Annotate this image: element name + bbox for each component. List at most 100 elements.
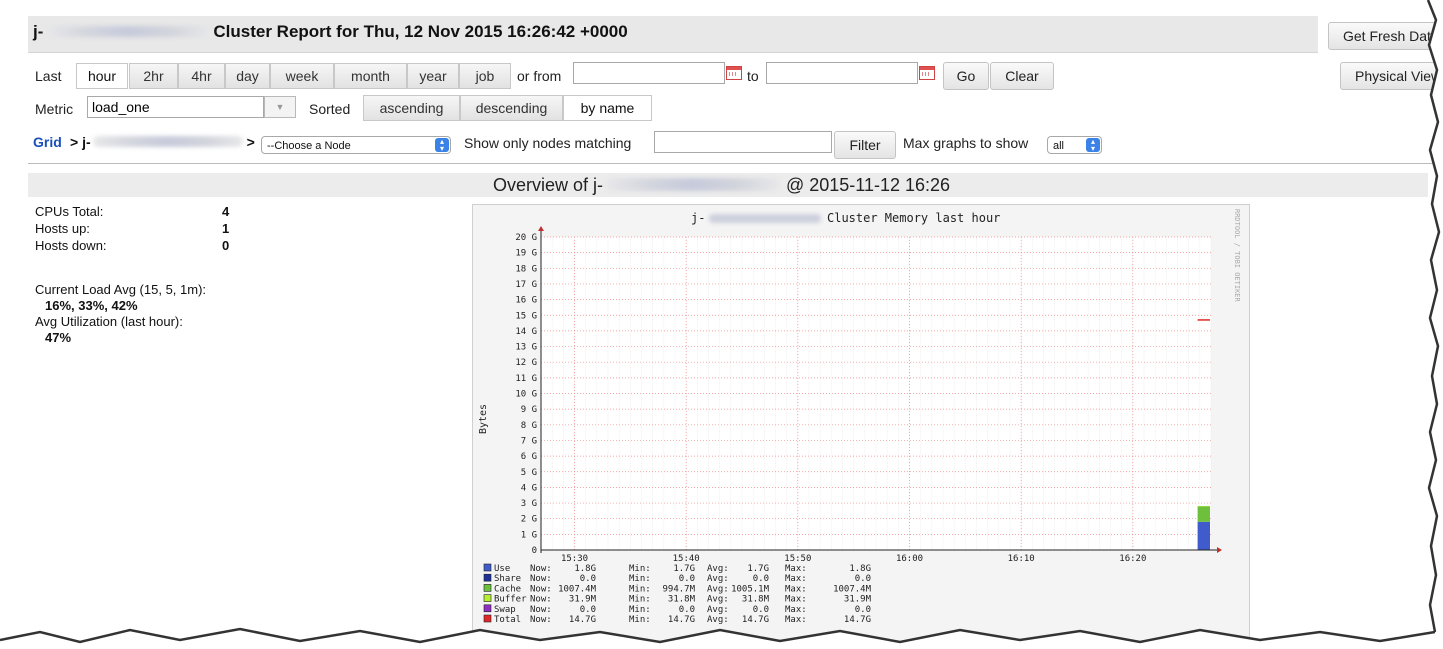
area-cache (1197, 506, 1210, 522)
cluster-memory-graph[interactable]: j- Cluster Memory last hour Bytes RRDTOO… (472, 204, 1250, 649)
legend-text: Now: (530, 595, 552, 605)
to-calendar-icon[interactable] (919, 66, 935, 80)
to-date-input[interactable] (766, 62, 918, 84)
clear-button[interactable]: Clear (990, 62, 1054, 90)
y-tick-label: 20 G (515, 233, 537, 243)
cluster-id-prefix: j- (33, 22, 44, 41)
y-tick-label: 9 G (521, 405, 537, 415)
x-tick-label: 15:50 (784, 554, 811, 564)
legend-text: 31.9M (569, 595, 597, 605)
range-tab-month[interactable]: month (334, 63, 407, 89)
range-tab-hour[interactable]: hour (76, 63, 128, 89)
legend-text: Buffer (494, 595, 527, 605)
y-tick-label: 13 G (515, 343, 537, 353)
legend-text: Swap (494, 605, 516, 615)
report-title-text: Cluster Report for Thu, 12 Nov 2015 16:2… (213, 22, 628, 41)
legend-text: Min: (629, 574, 651, 584)
legend-text: 31.9M (844, 595, 872, 605)
legend-text: Now: (530, 574, 552, 584)
sort-tab-descending[interactable]: descending (460, 95, 563, 121)
legend-text: Share (494, 574, 521, 584)
rrdtool-watermark: RRDTOOL / TOBI OETIKER (1233, 209, 1241, 303)
legend-text: 0.0 (855, 574, 871, 584)
max-graphs-value: all (1053, 140, 1065, 152)
legend-text: 0.0 (753, 574, 769, 584)
metric-label: Metric (35, 101, 74, 117)
breadcrumb-grid-link[interactable]: Grid (33, 134, 62, 150)
metric-dropdown-toggle[interactable]: ▼ (264, 96, 296, 118)
physical-view-button[interactable]: Physical View (1340, 62, 1443, 90)
redacted-cluster-id (44, 25, 213, 37)
node-select[interactable]: --Choose a Node ▴ ▾ (261, 136, 451, 154)
get-fresh-data-button[interactable]: Get Fresh Data (1328, 22, 1443, 50)
sort-tab-by-name[interactable]: by name (563, 95, 652, 121)
redacted-cluster-id (92, 136, 243, 148)
legend-text: Min: (629, 564, 651, 574)
y-tick-label: 11 G (515, 374, 537, 384)
to-label: to (747, 68, 759, 84)
legend-text: 994.7M (662, 584, 695, 594)
hosts-up-label: Hosts up: (35, 221, 90, 236)
y-tick-label: 2 G (521, 515, 537, 525)
load-avg-value: 16%, 33%, 42% (45, 298, 138, 313)
breadcrumb-separator: > (70, 134, 79, 150)
max-graphs-label: Max graphs to show (903, 135, 1029, 151)
overview-timestamp: @ 2015-11-12 16:26 (785, 175, 951, 195)
legend-text: Now: (530, 564, 552, 574)
range-tab-4hr[interactable]: 4hr (178, 63, 225, 89)
legend-text: Now: (530, 584, 552, 594)
legend-text: 1.8G (849, 564, 871, 574)
legend-text: 14.7G (742, 615, 769, 625)
range-tab-year[interactable]: year (407, 63, 459, 89)
x-axis-ticks: 15:30 15:40 15:50 16:00 16:10 16:20 (561, 554, 1146, 564)
x-tick-label: 15:40 (673, 554, 700, 564)
legend-text: Min: (629, 605, 651, 615)
legend-text: Total (494, 615, 521, 625)
filter-button[interactable]: Filter (834, 131, 896, 159)
max-graphs-select[interactable]: all ▴ ▾ (1047, 136, 1102, 154)
legend-swatch-share (483, 573, 492, 582)
y-tick-label: 6 G (521, 452, 537, 462)
range-tab-job[interactable]: job (459, 63, 511, 89)
legend-text: 31.8M (742, 595, 770, 605)
legend-text: Now: (530, 615, 552, 625)
legend-text: 0.0 (679, 605, 695, 615)
y-tick-label: 8 G (521, 421, 537, 431)
metric-input[interactable] (87, 96, 264, 118)
go-button[interactable]: Go (943, 62, 989, 90)
breadcrumb-separator: > (246, 134, 255, 150)
range-tab-2hr[interactable]: 2hr (129, 63, 178, 89)
breadcrumb-cluster-link[interactable]: j- (82, 134, 91, 150)
node-match-input[interactable] (654, 131, 832, 153)
or-from-label: or from (517, 68, 562, 84)
x-tick-label: 16:10 (1008, 554, 1035, 564)
legend-text: 0.0 (679, 574, 695, 584)
range-tab-day[interactable]: day (225, 63, 270, 89)
x-tick-label: 15:30 (561, 554, 588, 564)
legend-text: Max: (785, 564, 807, 574)
redacted-cluster-id (709, 214, 821, 223)
y-tick-label: 5 G (521, 468, 537, 478)
legend-text: Cache (494, 584, 521, 594)
cpus-total-value: 4 (222, 204, 230, 219)
from-calendar-icon[interactable] (726, 66, 742, 80)
legend-text: 1007.4M (833, 584, 872, 594)
hosts-up-value: 1 (222, 221, 230, 236)
y-axis-label: Bytes (478, 404, 489, 434)
utilization-label: Avg Utilization (last hour): (35, 314, 183, 329)
node-select-value: --Choose a Node (267, 140, 351, 152)
sort-tab-ascending[interactable]: ascending (363, 95, 460, 121)
legend-text: Avg: (707, 584, 729, 594)
chart-title-prefix: j- (691, 211, 705, 225)
y-tick-label: 12 G (515, 358, 537, 368)
legend-text: Min: (629, 615, 651, 625)
legend-text: Avg: (707, 564, 729, 574)
legend-text: Max: (785, 574, 807, 584)
legend-text: Max: (785, 595, 807, 605)
sorted-label: Sorted (309, 101, 351, 117)
y-tick-label: 3 G (521, 499, 537, 509)
match-label: Show only nodes matching (464, 135, 632, 151)
range-tab-week[interactable]: week (270, 63, 334, 89)
from-date-input[interactable] (573, 62, 725, 84)
legend-text: 1.7G (747, 564, 769, 574)
